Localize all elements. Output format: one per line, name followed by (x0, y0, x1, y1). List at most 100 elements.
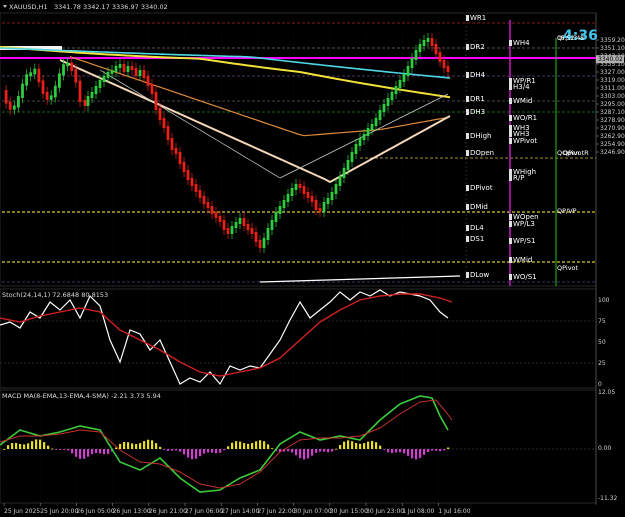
stoch-scale-label: 0 (598, 381, 602, 388)
candle-body (302, 186, 306, 194)
candle-body (258, 240, 262, 248)
price-label: 3351.10 (600, 45, 625, 52)
macd-histogram-bar (67, 449, 70, 451)
candle-body (214, 212, 218, 218)
candle-body (70, 62, 74, 71)
candle-body (370, 124, 374, 130)
candle-body (29, 72, 33, 77)
macd-histogram-bar (191, 449, 194, 460)
candle-body (178, 152, 182, 164)
level-marker-box (509, 214, 512, 220)
candle-body (53, 85, 57, 98)
stoch-scale-label: 50 (598, 339, 606, 346)
macd-histogram-bar (351, 441, 354, 449)
level-label-right: WMid (513, 256, 532, 264)
macd-panel[interactable] (0, 389, 597, 504)
macd-histogram-bar (319, 449, 322, 452)
macd-histogram-bar (287, 449, 290, 452)
candle-body (310, 196, 314, 202)
macd-histogram-bar (79, 449, 82, 459)
macd-histogram-bar (327, 449, 330, 453)
macd-histogram-bar (447, 447, 450, 449)
macd-histogram-bar (151, 440, 154, 449)
macd-histogram-bar (419, 449, 422, 458)
price-label: 3303.00 (600, 93, 625, 100)
macd-histogram-bar (303, 449, 306, 460)
level-label-right: R/P (513, 174, 524, 182)
price-axis[interactable]: 3359.203351.103343.103335.103327.003319.… (596, 37, 625, 156)
macd-histogram-bar (55, 449, 58, 450)
level-label-left: DH3 (470, 108, 485, 116)
level-marker-box (509, 221, 512, 227)
candle-body (94, 86, 98, 94)
candle-body (126, 66, 130, 72)
level-marker-box (466, 236, 469, 242)
price-label: 3254.90 (600, 141, 625, 148)
macd-histogram-bar (99, 449, 102, 454)
macd-histogram-bar (443, 449, 446, 451)
macd-histogram-bar (427, 449, 430, 452)
time-axis[interactable]: 25 Jun 2025 25 Jun 20:0026 Jun 05:0026 Ju… (3, 503, 471, 515)
collapse-triangle-icon[interactable] (3, 5, 7, 8)
macd-histogram-bar (231, 442, 234, 449)
candle-body (62, 64, 65, 76)
level-label-left: DL4 (470, 224, 484, 232)
candle-body (290, 188, 294, 196)
candle-body (17, 96, 20, 108)
macd-histogram-bar (255, 441, 258, 449)
macd-histogram-bar (219, 449, 222, 453)
price-label: 3262.90 (600, 133, 625, 140)
macd-histogram-bar (311, 449, 314, 456)
candle-body (45, 91, 49, 100)
level-label-right: WP/S1 (513, 237, 535, 245)
candle-body (342, 168, 346, 178)
macd-histogram-bar (123, 442, 126, 449)
macd-histogram-bar (211, 449, 214, 453)
candle-body (314, 200, 318, 210)
level-marker-box (509, 257, 512, 263)
price-label: 3327.00 (600, 69, 625, 76)
chart-canvas[interactable]: WR1 DR2 DH4 DR1 DH3 DHigh DOpen DPivot DMid DL4 DS… (0, 0, 625, 517)
ohlc-values: 3341.78 3342.17 3336.97 3340.02 (54, 3, 168, 11)
candle-body (270, 220, 274, 230)
macd-scale-label: -11.32 (598, 495, 618, 502)
candle-body (138, 70, 142, 76)
macd-histogram-bar (147, 439, 150, 449)
candle-body (118, 64, 122, 68)
candle-body (182, 162, 186, 172)
stoch-panel[interactable] (0, 288, 597, 389)
macd-histogram-bar (323, 449, 326, 452)
candle-body (162, 118, 166, 128)
macd-histogram-bar (135, 444, 138, 449)
candle-body (25, 74, 28, 86)
macd-histogram-bar (243, 443, 246, 449)
candle-body (49, 95, 53, 100)
macd-histogram-bar (27, 443, 30, 449)
level-marker-box (509, 40, 512, 46)
candle-body (110, 70, 114, 74)
macd-histogram-bar (75, 449, 78, 457)
macd-histogram-bar (267, 444, 270, 449)
macd-histogram-bar (159, 446, 162, 449)
candle-body (158, 108, 162, 120)
level-marker-box (466, 133, 469, 139)
macd-histogram-bar (199, 449, 202, 457)
level-label-left: DR1 (470, 95, 485, 103)
candle-body (166, 126, 170, 140)
candle-body (446, 66, 450, 72)
candle-body (394, 86, 398, 94)
candle-body (334, 184, 338, 194)
level-marker-box (509, 175, 512, 181)
candle-body (250, 228, 254, 234)
candle-body (330, 192, 334, 200)
level-label-left: DS1 (470, 235, 484, 243)
macd-histogram-bar (215, 449, 218, 454)
candle-body (8, 101, 12, 110)
level-label-right: WPivot (513, 137, 537, 145)
macd-histogram-bar (203, 449, 206, 454)
candle-body (426, 38, 430, 42)
candle-body (186, 170, 190, 180)
candle-body (414, 50, 418, 60)
candle-body (21, 83, 24, 99)
level-label-right: WH4 (513, 39, 530, 47)
